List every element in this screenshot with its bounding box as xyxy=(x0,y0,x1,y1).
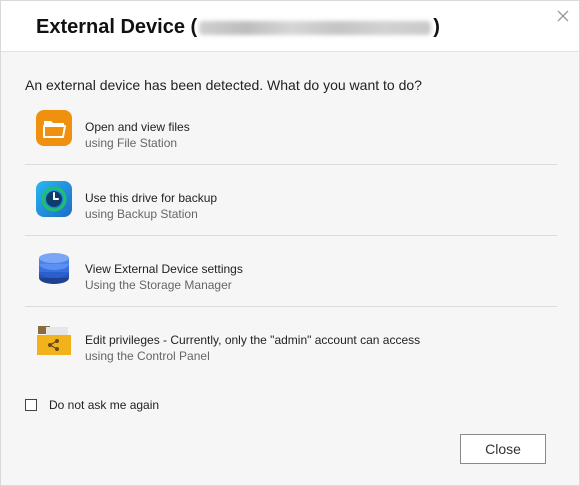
close-icon[interactable] xyxy=(556,9,570,23)
option-label: View External Device settings xyxy=(85,262,243,276)
option-open-files[interactable]: Open and view files using File Station xyxy=(25,94,557,165)
option-sublabel: using Backup Station xyxy=(85,207,198,221)
option-sublabel: using the Control Panel xyxy=(85,349,210,363)
backup-clock-icon xyxy=(36,181,72,217)
option-label: Edit privileges - Currently, only the "a… xyxy=(85,333,421,347)
option-backup[interactable]: Use this drive for backup using Backup S… xyxy=(25,165,557,236)
option-label: Open and view files xyxy=(85,120,190,134)
dialog-title: External Device ( ) xyxy=(36,16,440,39)
title-suffix: ) xyxy=(433,16,440,38)
option-edit-privileges[interactable]: Edit privileges - Currently, only the "a… xyxy=(25,307,557,377)
folder-icon xyxy=(36,110,72,146)
do-not-ask-row[interactable]: Do not ask me again xyxy=(25,398,159,412)
option-label: Use this drive for backup xyxy=(85,191,218,205)
close-button[interactable]: Close xyxy=(460,434,546,464)
device-name-redacted xyxy=(199,20,432,35)
title-prefix: External Device ( xyxy=(36,16,198,38)
do-not-ask-label: Do not ask me again xyxy=(49,398,160,412)
do-not-ask-checkbox[interactable] xyxy=(25,399,37,411)
option-storage-settings[interactable]: View External Device settings Using the … xyxy=(25,236,557,307)
dialog-titlebar: External Device ( ) xyxy=(1,1,579,52)
option-sublabel: Using the Storage Manager xyxy=(85,278,232,292)
option-list: Open and view files using File Station U… xyxy=(25,94,557,377)
external-device-dialog: External Device ( ) An external device h… xyxy=(0,0,580,486)
shared-folder-icon xyxy=(37,326,71,355)
storage-disk-icon xyxy=(39,253,69,284)
option-sublabel: using File Station xyxy=(85,136,178,150)
dialog-prompt: An external device has been detected. Wh… xyxy=(25,77,422,93)
